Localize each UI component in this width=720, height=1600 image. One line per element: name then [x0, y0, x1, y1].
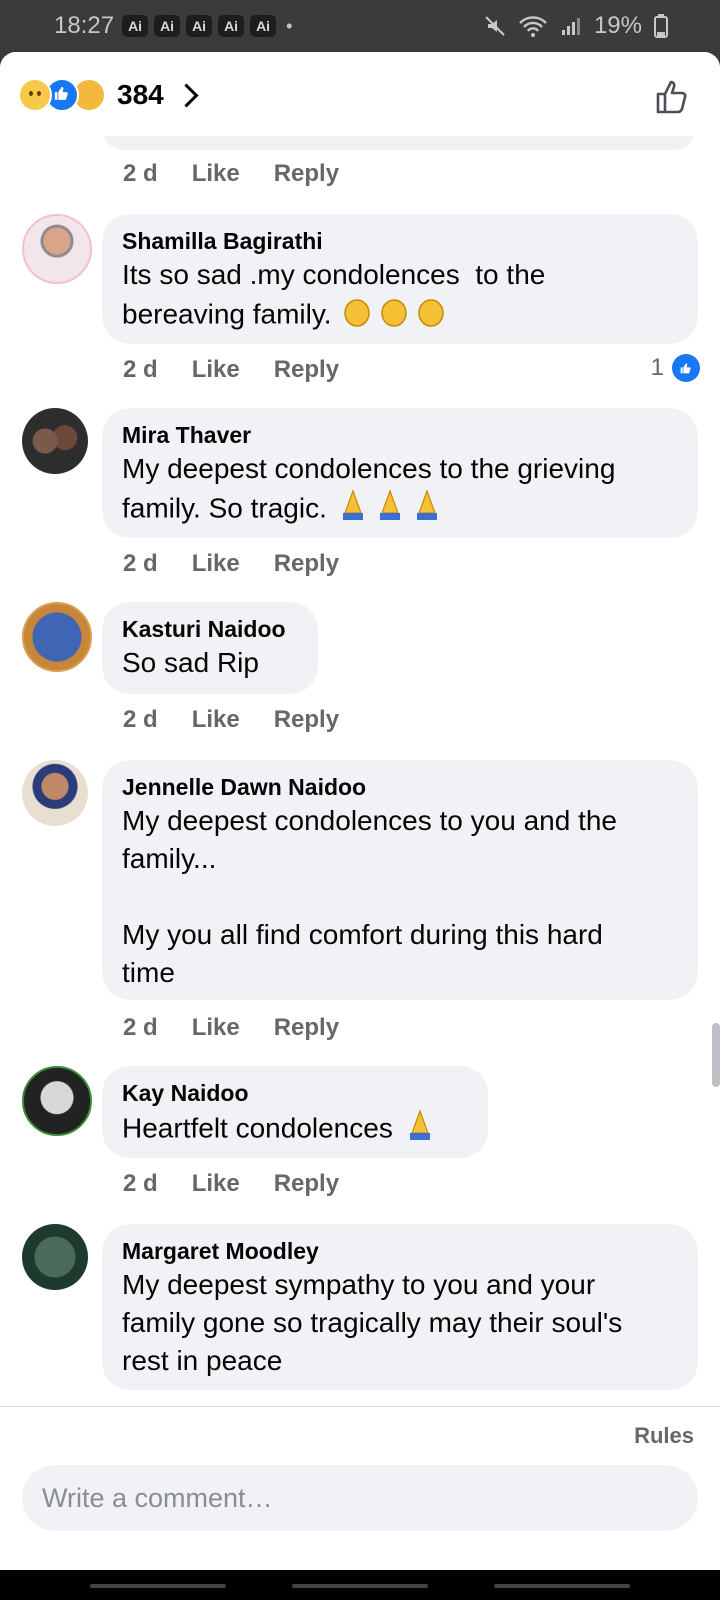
comment-actions: 2 d Like Reply — [123, 1014, 339, 1042]
ai-badge: Ai — [122, 15, 149, 37]
status-bar: 18:27 Ai Ai Ai Ai Ai • 19% — [0, 0, 720, 52]
comment-bubble[interactable]: Mira Thaver My deepest condolences to th… — [102, 408, 698, 538]
comment-input[interactable] — [22, 1465, 698, 1531]
comment-actions: 2 d Like Reply — [123, 706, 339, 734]
reply-comment-button[interactable]: Reply — [274, 160, 339, 188]
comment-author[interactable]: Jennelle Dawn Naidoo — [122, 772, 678, 802]
comment-time: 2 d — [123, 550, 158, 577]
ai-badge: Ai — [186, 15, 213, 37]
comment-author[interactable]: Kay Naidoo — [122, 1078, 468, 1108]
avatar[interactable] — [22, 760, 88, 826]
comment-composer: Rules — [0, 1406, 720, 1570]
like-reaction-icon — [672, 354, 700, 382]
sad-reaction-icon — [18, 78, 52, 112]
reply-comment-button[interactable]: Reply — [274, 356, 339, 384]
like-comment-button[interactable]: Like — [192, 160, 240, 188]
comment-bubble[interactable]: Shamilla Bagirathi Its so sad .my condol… — [102, 214, 698, 344]
comment-body: Its so sad .my condolences to the bereav… — [122, 259, 546, 330]
nav-handle[interactable] — [90, 1584, 226, 1588]
like-comment-button[interactable]: Like — [192, 706, 240, 734]
chevron-right-icon — [174, 82, 199, 108]
status-time: 18:27 — [54, 12, 115, 39]
comment-bubble[interactable]: Kasturi Naidoo So sad Rip — [102, 602, 318, 694]
comment-body: My deepest condolences to you and the fa… — [122, 805, 618, 988]
navigation-bar — [0, 1570, 720, 1600]
signal-icon — [561, 18, 580, 35]
reaction-count: 384 — [117, 79, 164, 110]
comment-author[interactable]: Shamilla Bagirathi — [122, 226, 678, 256]
comment-author[interactable]: Kasturi Naidoo — [122, 614, 298, 644]
battery-level: 19% — [593, 12, 642, 39]
avatar[interactable] — [22, 602, 92, 672]
comment-body: So sad Rip — [122, 647, 259, 678]
like-comment-button[interactable]: Like — [192, 1170, 240, 1198]
comment-time: 2 d — [123, 1014, 158, 1041]
comment-text: My deepest condolences to the grieving f… — [122, 450, 678, 532]
wifi-icon — [519, 16, 547, 37]
comment-bubble[interactable]: Jennelle Dawn Naidoo My deepest condolen… — [102, 760, 698, 1000]
clapping-hands-icon — [339, 294, 451, 338]
reply-comment-button[interactable]: Reply — [274, 550, 339, 578]
nav-handle[interactable] — [494, 1584, 630, 1588]
comment-bubble — [102, 136, 696, 150]
comment-bubble[interactable]: Margaret Moodley My deepest sympathy to … — [102, 1224, 698, 1390]
comment-actions: 2 d Like Reply — [123, 160, 339, 188]
comment-time: 2 d — [123, 1170, 158, 1197]
reactions-summary[interactable]: 384 — [18, 78, 199, 112]
comment-text: Heartfelt condolences — [122, 1108, 468, 1152]
comment-like-count[interactable]: 1 — [651, 354, 700, 382]
comment-bubble[interactable]: Kay Naidoo Heartfelt condolences — [102, 1066, 488, 1158]
battery-icon — [654, 14, 668, 38]
ai-badges: Ai Ai Ai Ai Ai — [122, 15, 277, 37]
notification-dot-icon: • — [286, 15, 293, 36]
comment-author[interactable]: Mira Thaver — [122, 420, 678, 450]
like-comment-button[interactable]: Like — [192, 356, 240, 384]
reply-comment-button[interactable]: Reply — [274, 1014, 339, 1042]
comment-actions: 2 d Like Reply — [123, 1170, 339, 1198]
rules-link[interactable]: Rules — [634, 1423, 694, 1449]
ai-badge: Ai — [250, 15, 277, 37]
mute-icon — [485, 16, 505, 36]
reply-comment-button[interactable]: Reply — [274, 1170, 339, 1198]
like-count-value: 1 — [650, 354, 664, 381]
sheet-header: 384 — [0, 52, 720, 136]
ai-badge: Ai — [154, 15, 181, 37]
ai-badge: Ai — [218, 15, 245, 37]
status-icons: 19% — [484, 12, 668, 40]
comments-list[interactable]: 2 d Like Reply Shamilla Bagirathi Its so… — [0, 136, 720, 1488]
like-post-button[interactable] — [652, 76, 692, 116]
comment-actions: 2 d Like Reply — [123, 356, 339, 384]
comment-time: 2 d — [123, 160, 158, 187]
reply-comment-button[interactable]: Reply — [274, 706, 339, 734]
avatar[interactable] — [22, 408, 88, 474]
comment-author[interactable]: Margaret Moodley — [122, 1236, 678, 1266]
scrollbar[interactable] — [712, 1023, 720, 1087]
folded-hands-icon — [401, 1108, 439, 1152]
folded-hands-icon — [335, 488, 447, 532]
comment-text: Its so sad .my condolences to the bereav… — [122, 256, 678, 338]
comment-time: 2 d — [123, 706, 158, 733]
nav-handle[interactable] — [292, 1584, 428, 1588]
avatar[interactable] — [22, 214, 92, 284]
comment-actions: 2 d Like Reply — [123, 550, 339, 578]
like-comment-button[interactable]: Like — [192, 1014, 240, 1042]
comments-sheet: 384 2 d Like Reply Shamilla Bagirathi It… — [0, 52, 720, 1570]
comment-body: Heartfelt condolences — [122, 1112, 393, 1144]
comment-body: My deepest sympathy to you and your fami… — [122, 1269, 623, 1376]
like-comment-button[interactable]: Like — [192, 550, 240, 578]
avatar[interactable] — [22, 1066, 92, 1136]
comment-time: 2 d — [123, 356, 158, 383]
avatar[interactable] — [22, 1224, 88, 1290]
